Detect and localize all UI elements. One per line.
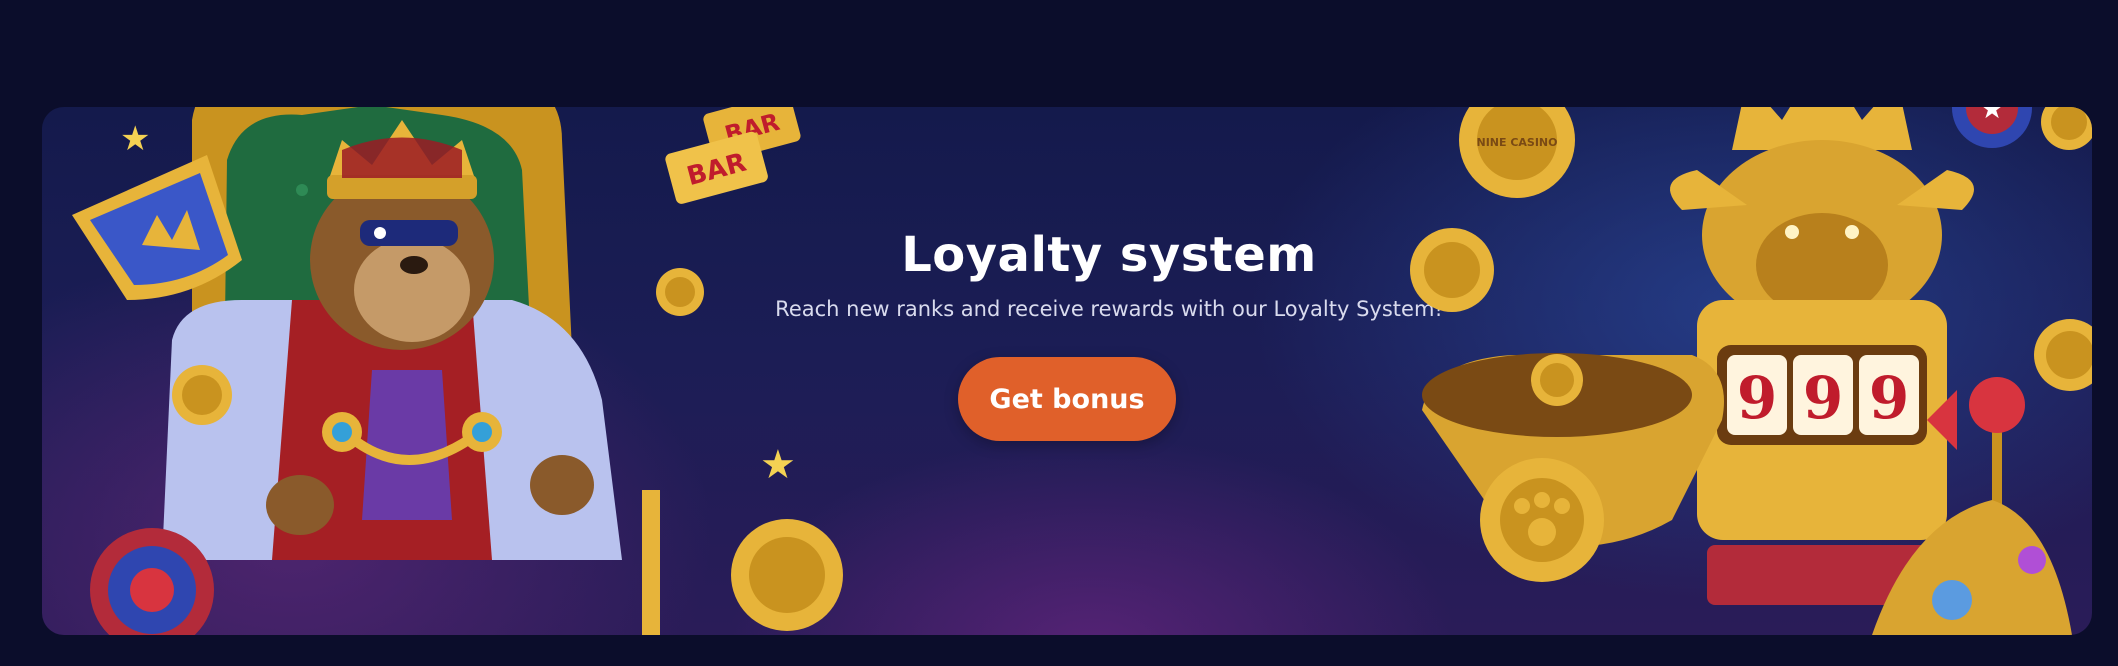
lion-slot-machine-illustration: 9 9 9 NINE CASINO ★ bbox=[1410, 107, 2092, 635]
coin-text: NINE CASINO bbox=[1476, 136, 1557, 149]
reel-symbol: 9 bbox=[1869, 364, 1909, 432]
star-icon: ★ bbox=[1979, 107, 2004, 125]
reel-symbol: 9 bbox=[1737, 364, 1777, 432]
star-icon: ★ bbox=[760, 442, 796, 488]
lion-king-illustration: BAR BAR ★ ★ bbox=[72, 107, 843, 635]
star-icon: ★ bbox=[120, 119, 150, 159]
reel-symbol: 9 bbox=[1803, 364, 1843, 432]
get-bonus-button[interactable]: Get bonus bbox=[958, 357, 1176, 441]
loyalty-promo-banner: BAR BAR ★ ★ Loyalty system Reach new ran… bbox=[42, 107, 2092, 635]
